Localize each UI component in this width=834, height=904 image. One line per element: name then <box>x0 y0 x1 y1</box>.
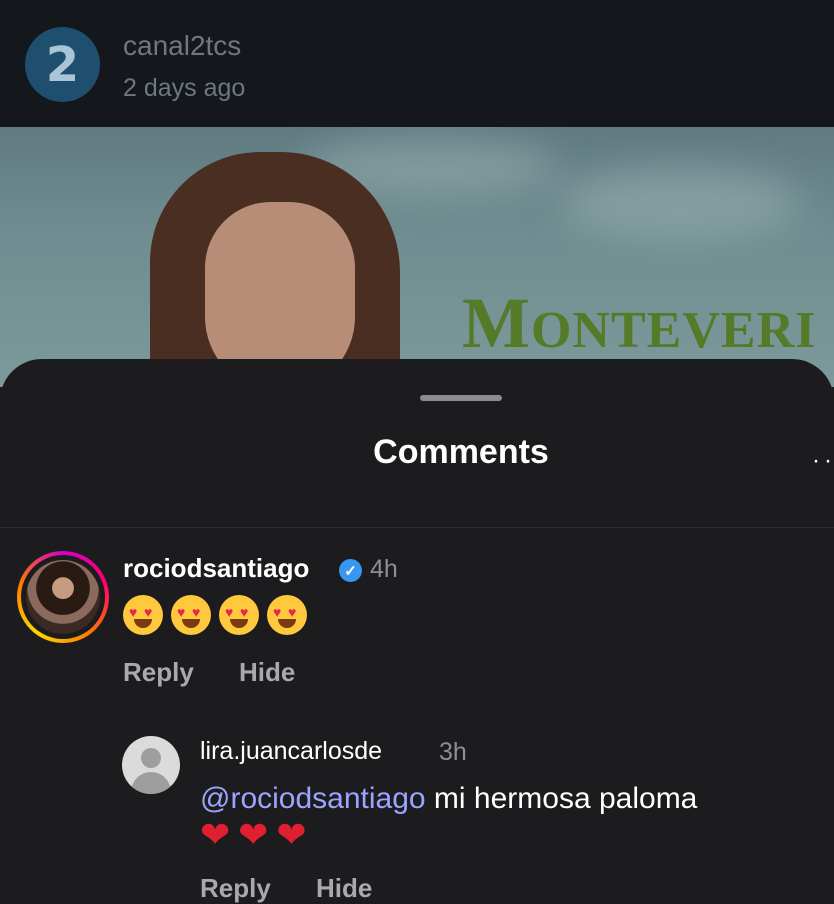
divider <box>0 527 834 528</box>
reply-button[interactable]: Reply <box>200 873 271 904</box>
red-heart-icon: ❤ <box>276 814 307 855</box>
avatar-head-shape <box>141 748 161 768</box>
reply-username[interactable]: lira.juancarlosde <box>200 737 382 766</box>
hide-button[interactable]: Hide <box>316 873 372 904</box>
heart-eyes-emoji-icon: ♥ ♥ <box>267 595 307 635</box>
red-heart-icon: ❤ <box>238 814 269 855</box>
drag-handle[interactable] <box>420 395 502 401</box>
reply-body: mi hermosa paloma <box>425 782 698 815</box>
avatar <box>26 560 100 634</box>
channel-avatar[interactable]: 2 <box>25 27 100 102</box>
hearts-row: ❤ ❤ ❤ <box>200 817 307 853</box>
comments-sheet: Comments ·· rociodsantiago ✓ 4h ♥ ♥ ♥ ♥ ♥ ♥… <box>0 359 834 903</box>
reply-timestamp: 3h <box>439 738 467 766</box>
heart-eyes-emoji-icon: ♥ ♥ <box>123 595 163 635</box>
show-title-rest: ONTEVERI <box>530 302 817 359</box>
comment-timestamp: 4h <box>370 555 398 583</box>
mention-link[interactable]: @rociodsantiago <box>200 782 426 815</box>
post-timestamp: 2 days ago <box>123 74 246 102</box>
reply-button[interactable]: Reply <box>123 657 194 688</box>
avatar-body-shape <box>131 772 171 794</box>
heart-eyes-emoji-icon: ♥ ♥ <box>219 595 259 635</box>
hide-button[interactable]: Hide <box>239 657 295 688</box>
cloud-shape <box>560 167 800 237</box>
avatar-border <box>21 555 105 639</box>
post-header: 2 canal2tcs 2 days ago <box>0 0 834 127</box>
reply-text: @rociodsantiago mi hermosa paloma <box>200 782 697 816</box>
comment-text: ♥ ♥ ♥ ♥ ♥ ♥ ♥ ♥ <box>123 595 307 635</box>
default-avatar[interactable] <box>122 736 180 794</box>
show-title: MONTEVERI <box>462 282 816 365</box>
show-title-first: M <box>462 283 531 363</box>
story-ring-avatar[interactable] <box>17 551 109 643</box>
more-options-icon[interactable]: ·· <box>812 447 834 475</box>
comment-username[interactable]: rociodsantiago <box>123 553 309 584</box>
video-frame[interactable]: MONTEVERI <box>0 127 834 387</box>
sheet-title: Comments <box>373 433 549 471</box>
channel-avatar-text: 2 <box>45 36 80 93</box>
heart-eyes-emoji-icon: ♥ ♥ <box>171 595 211 635</box>
red-heart-icon: ❤ <box>200 814 231 855</box>
verified-badge-icon: ✓ <box>339 559 362 582</box>
channel-username[interactable]: canal2tcs <box>123 30 241 62</box>
